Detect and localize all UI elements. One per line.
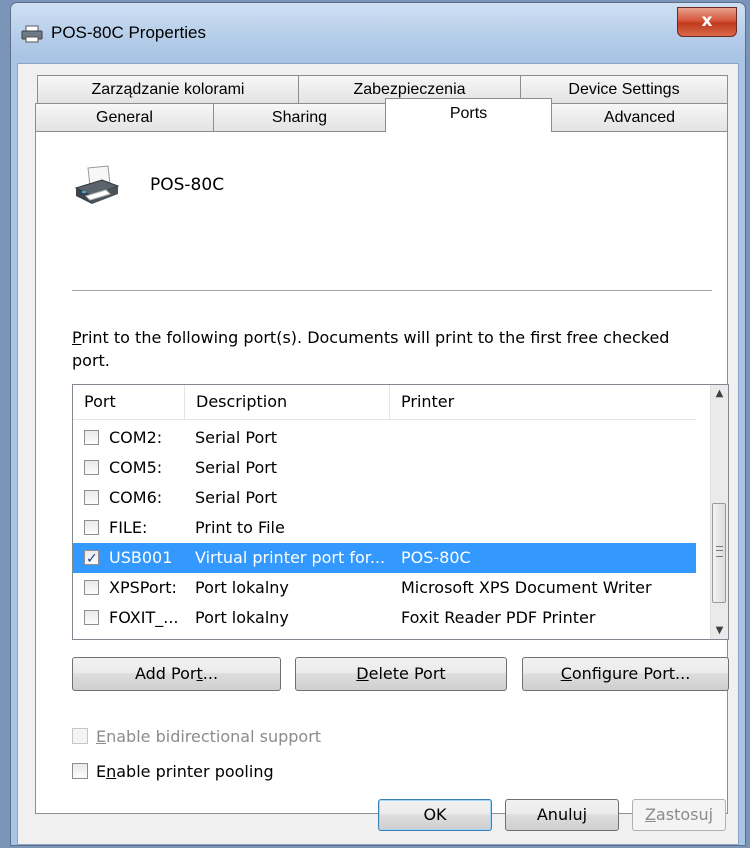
column-header-port[interactable]: Port bbox=[73, 385, 185, 419]
column-header-printer[interactable]: Printer bbox=[390, 385, 696, 419]
port-row[interactable]: COM6: Serial Port bbox=[73, 483, 696, 513]
ports-list-scrollbar[interactable]: ▲ ▼ bbox=[710, 385, 728, 639]
port-checkbox[interactable] bbox=[84, 580, 99, 595]
ports-tab-panel: POS-80C Print to the following port(s). … bbox=[35, 131, 729, 814]
tab-label: Device Settings bbox=[568, 81, 680, 98]
tab-color-management[interactable]: Zarządzanie kolorami bbox=[37, 75, 299, 103]
port-checkbox[interactable] bbox=[84, 544, 99, 574]
checkbox-label: Enable bidirectional support bbox=[96, 727, 322, 746]
port-row[interactable]: USB001 Virtual printer port for... POS-80C bbox=[73, 543, 696, 574]
ok-button[interactable]: OK bbox=[378, 799, 492, 831]
button-mnemonic: Z bbox=[644, 805, 656, 824]
properties-window: POS-80C Properties x Zarządzanie koloram… bbox=[10, 2, 746, 846]
tab-sharing[interactable]: Sharing bbox=[213, 103, 386, 131]
button-label: ... bbox=[202, 664, 219, 683]
tab-advanced[interactable]: Advanced bbox=[551, 103, 728, 131]
button-mnemonic: D bbox=[356, 664, 369, 683]
configure-port-button[interactable]: Configure Port... bbox=[522, 657, 729, 691]
ports-list[interactable]: Port Description Printer COM2: Serial Por… bbox=[72, 384, 729, 640]
printer-icon bbox=[74, 165, 120, 204]
button-label: astosuj bbox=[655, 805, 714, 824]
cancel-button[interactable]: Anuluj bbox=[505, 799, 619, 831]
button-label: Add Por bbox=[134, 664, 197, 683]
port-checkbox[interactable] bbox=[84, 490, 99, 505]
tab-general[interactable]: General bbox=[35, 103, 214, 131]
port-description: Port lokalny bbox=[195, 608, 289, 627]
button-mnemonic: C bbox=[560, 664, 572, 683]
checkbox-box[interactable] bbox=[72, 728, 88, 744]
tab-label: Sharing bbox=[271, 109, 328, 126]
port-row[interactable]: XPSPort: Port lokalny Microsoft XPS Docume… bbox=[73, 573, 696, 603]
button-label: elete Port bbox=[368, 664, 446, 683]
printer-name: POS-80C bbox=[150, 175, 225, 195]
port-checkbox[interactable] bbox=[84, 610, 99, 625]
add-port-button[interactable]: Add Port... bbox=[72, 657, 281, 691]
tab-label: Ports bbox=[449, 105, 488, 122]
tab-label: General bbox=[96, 109, 153, 126]
port-name: FILE: bbox=[109, 518, 148, 537]
port-name: COM2: bbox=[109, 428, 163, 447]
tab-ports[interactable]: Ports bbox=[385, 98, 552, 132]
ports-list-header: Port Description Printer bbox=[73, 385, 696, 420]
port-description: Serial Port bbox=[195, 458, 278, 477]
port-description: Print to File bbox=[195, 518, 285, 537]
port-checkbox[interactable] bbox=[84, 430, 99, 445]
port-description: Port lokalny bbox=[195, 578, 289, 597]
button-label: onfigure Port... bbox=[571, 664, 691, 683]
delete-port-button[interactable]: Delete Port bbox=[295, 657, 507, 691]
scroll-down-icon[interactable]: ▼ bbox=[711, 622, 728, 639]
port-name: USB001 bbox=[109, 548, 173, 567]
title-bar: POS-80C Properties x bbox=[11, 3, 745, 61]
port-description: Serial Port bbox=[195, 488, 278, 507]
column-header-description[interactable]: Description bbox=[185, 385, 390, 419]
port-row[interactable]: COM5: Serial Port bbox=[73, 453, 696, 483]
scroll-thumb[interactable] bbox=[712, 503, 726, 603]
apply-button[interactable]: Zastosuj bbox=[632, 799, 726, 831]
port-name: FOXIT_... bbox=[109, 608, 179, 627]
port-name: COM6: bbox=[109, 488, 163, 507]
port-row[interactable]: COM2: Serial Port bbox=[73, 423, 696, 453]
checkbox-box[interactable] bbox=[72, 763, 88, 779]
tab-label: Zabezpieczenia bbox=[353, 81, 466, 98]
scroll-grip-icon bbox=[716, 546, 723, 557]
port-printer: Foxit Reader PDF Printer bbox=[401, 608, 596, 627]
ports-description: Print to the following port(s). Document… bbox=[72, 328, 670, 370]
separator-highlight bbox=[72, 291, 712, 292]
scroll-up-icon[interactable]: ▲ bbox=[711, 385, 728, 402]
tab-label: Advanced bbox=[603, 109, 676, 126]
port-description: Virtual printer port for... bbox=[195, 548, 386, 567]
port-printer: POS-80C bbox=[401, 548, 471, 567]
dialog-body: Zarządzanie kolorami Zabezpieczenia Devi… bbox=[17, 63, 739, 845]
port-checkbox[interactable] bbox=[84, 460, 99, 475]
window-title: POS-80C Properties bbox=[51, 23, 206, 42]
printer-icon bbox=[21, 25, 43, 43]
port-description: Serial Port bbox=[195, 428, 278, 447]
port-row[interactable]: FOXIT_... Port lokalny Foxit Reader PDF Pr… bbox=[73, 603, 696, 633]
tab-label: Zarządzanie kolorami bbox=[91, 81, 245, 98]
close-button[interactable]: x bbox=[677, 7, 737, 37]
checkbox-label: Enable printer pooling bbox=[96, 762, 274, 781]
port-printer: Microsoft XPS Document Writer bbox=[401, 578, 652, 597]
port-name: XPSPort: bbox=[109, 578, 177, 597]
port-checkbox[interactable] bbox=[84, 520, 99, 535]
port-name: COM5: bbox=[109, 458, 163, 477]
close-icon: x bbox=[701, 11, 713, 31]
port-row[interactable]: FILE: Print to File bbox=[73, 513, 696, 543]
